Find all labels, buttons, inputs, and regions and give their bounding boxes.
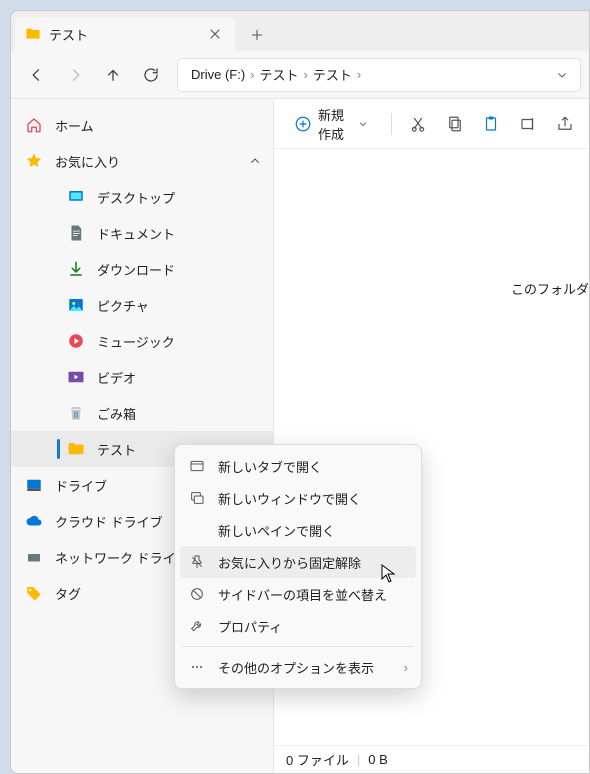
share-button[interactable] — [550, 106, 579, 142]
download-icon — [67, 260, 85, 278]
network-icon — [25, 548, 43, 566]
menu-properties[interactable]: プロパティ — [180, 610, 416, 642]
nav-toolbar: Drive (F:)› テスト› テスト› — [11, 51, 589, 99]
sidebar-label: デスクトップ — [97, 188, 175, 207]
menu-label: サイドバーの項目を並べ替え — [218, 585, 387, 604]
cut-button[interactable] — [404, 106, 433, 142]
empty-text: このフォルダ — [511, 279, 589, 298]
sidebar-label: ドライブ — [55, 476, 107, 495]
home-icon — [25, 116, 43, 134]
video-icon — [67, 368, 85, 386]
picture-icon — [67, 296, 85, 314]
tab-test[interactable]: テスト — [15, 17, 235, 51]
address-bar[interactable]: Drive (F:)› テスト› テスト› — [177, 58, 581, 92]
sidebar-label: ドキュメント — [97, 224, 175, 243]
chevron-down-icon — [357, 118, 369, 130]
tab-bar: テスト — [11, 11, 589, 51]
sidebar-label: お気に入り — [55, 152, 120, 171]
cursor-icon — [381, 564, 397, 584]
menu-label: 新しいウィンドウで開く — [218, 489, 361, 508]
status-bar: 0 ファイル | 0 B — [274, 745, 589, 773]
window-icon — [188, 490, 206, 506]
crumb-1[interactable]: テスト — [257, 65, 302, 84]
folder-icon — [67, 440, 85, 458]
new-label: 新規作成 — [318, 105, 351, 143]
menu-open-tab[interactable]: 新しいタブで開く — [180, 450, 416, 482]
drive-icon — [25, 476, 43, 494]
sidebar-label: ダウンロード — [97, 260, 175, 279]
menu-label: 新しいペインで開く — [218, 521, 335, 540]
forward-button[interactable] — [57, 57, 93, 93]
new-tab-button[interactable] — [241, 21, 273, 49]
sidebar-label: ホーム — [55, 116, 94, 135]
sidebar-label: ミュージック — [97, 332, 175, 351]
fav-documents[interactable]: ドキュメント — [11, 215, 273, 251]
desktop-icon — [67, 188, 85, 206]
menu-label: 新しいタブで開く — [218, 457, 322, 476]
cloud-icon — [25, 512, 43, 530]
fav-desktop[interactable]: デスクトップ — [11, 179, 273, 215]
menu-more[interactable]: その他のオプションを表示 › — [180, 651, 416, 683]
address-dropdown[interactable] — [554, 67, 570, 83]
document-icon — [67, 224, 85, 242]
new-button[interactable]: 新規作成 — [284, 108, 379, 140]
menu-label: お気に入りから固定解除 — [218, 553, 361, 572]
up-button[interactable] — [95, 57, 131, 93]
chevron-right-icon: › — [302, 67, 310, 82]
chevron-right-icon: › — [355, 67, 363, 82]
fav-pictures[interactable]: ピクチャ — [11, 287, 273, 323]
tag-icon — [25, 584, 43, 602]
fav-downloads[interactable]: ダウンロード — [11, 251, 273, 287]
menu-open-pane[interactable]: 新しいペインで開く — [180, 514, 416, 546]
copy-button[interactable] — [440, 106, 469, 142]
folder-icon — [25, 26, 41, 42]
sidebar-label: ネットワーク ドライブ — [55, 548, 189, 567]
sidebar-label: クラウド ドライブ — [55, 512, 163, 531]
menu-label: プロパティ — [218, 617, 282, 636]
fav-music[interactable]: ミュージック — [11, 323, 273, 359]
divider — [391, 113, 392, 135]
block-icon — [188, 586, 206, 602]
sidebar-label: ごみ箱 — [97, 404, 136, 423]
sidebar-favorites[interactable]: お気に入り — [11, 143, 273, 179]
status-count: 0 ファイル — [286, 750, 349, 769]
fav-recycle[interactable]: ごみ箱 — [11, 395, 273, 431]
crumb-drive[interactable]: Drive (F:) — [188, 67, 248, 82]
sidebar-label: ビデオ — [97, 368, 136, 387]
recycle-icon — [67, 404, 85, 422]
rename-button[interactable] — [514, 106, 543, 142]
chevron-up-icon[interactable] — [247, 153, 263, 169]
ellipsis-icon — [188, 659, 206, 675]
status-size: 0 B — [368, 752, 388, 767]
paste-button[interactable] — [477, 106, 506, 142]
music-icon — [67, 332, 85, 350]
menu-open-window[interactable]: 新しいウィンドウで開く — [180, 482, 416, 514]
close-tab-button[interactable] — [205, 24, 225, 44]
plus-circle-icon — [294, 115, 312, 133]
back-button[interactable] — [19, 57, 55, 93]
menu-label: その他のオプションを表示 — [218, 658, 374, 677]
refresh-button[interactable] — [133, 57, 169, 93]
chevron-right-icon: › — [248, 67, 256, 82]
sidebar-label: ピクチャ — [97, 296, 149, 315]
crumb-2[interactable]: テスト — [310, 65, 355, 84]
content-toolbar: 新規作成 — [274, 99, 589, 149]
fav-videos[interactable]: ビデオ — [11, 359, 273, 395]
menu-separator — [182, 646, 414, 647]
chevron-right-icon: › — [404, 660, 408, 675]
sidebar-label: タグ — [55, 584, 81, 603]
sidebar-home[interactable]: ホーム — [11, 107, 273, 143]
star-icon — [25, 152, 43, 170]
tab-icon — [188, 458, 206, 474]
tab-title: テスト — [49, 25, 88, 44]
unpin-icon — [188, 554, 206, 570]
wrench-icon — [188, 618, 206, 634]
sidebar-label: テスト — [97, 440, 136, 459]
